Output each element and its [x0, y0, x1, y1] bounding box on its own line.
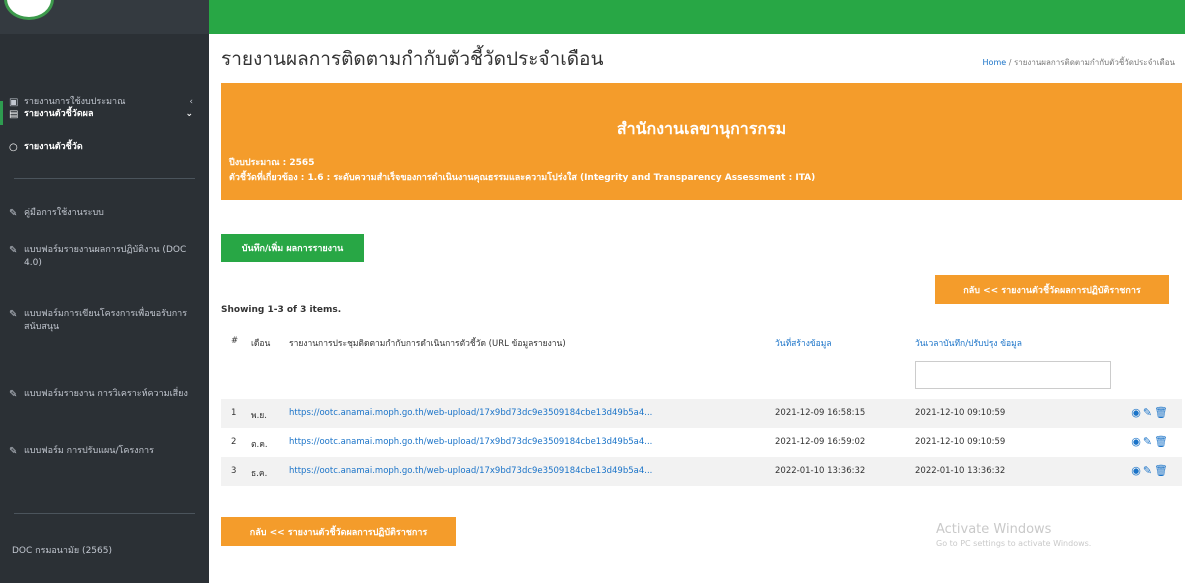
row-updated: 2022-01-10 13:36:32: [915, 466, 1006, 476]
chevron-down-icon: ⌄: [185, 109, 193, 119]
sidebar-item-kpi[interactable]: ○ รายงานตัวชี้วัด: [0, 141, 209, 154]
edit-icon[interactable]: ✎: [1143, 464, 1154, 477]
table-row: 2 ต.ค. https://ootc.anamai.moph.go.th/we…: [221, 428, 1182, 457]
row-updated: 2021-12-10 09:10:59: [915, 437, 1006, 447]
row-created: 2021-12-09 16:58:15: [775, 408, 866, 418]
sidebar-item-label: แบบฟอร์มการเขียนโครงการเพื่อขอรับการสนับ…: [24, 309, 188, 332]
watermark-subtitle: Go to PC settings to activate Windows.: [936, 539, 1092, 548]
table-summary: Showing 1-3 of 3 items.: [221, 305, 342, 315]
sidebar-item-form-project[interactable]: ✎ แบบฟอร์มการเขียนโครงการเพื่อขอรับการสน…: [0, 308, 209, 334]
view-icon[interactable]: ◉: [1131, 435, 1143, 448]
column-header-created[interactable]: วันที่สร้างข้อมูล: [775, 336, 832, 350]
row-month: ต.ค.: [251, 440, 268, 450]
row-created: 2022-01-10 13:36:32: [775, 466, 866, 476]
breadcrumb: Home / รายงานผลการติดตามกำกับตัวชี้วัดปร…: [983, 56, 1175, 69]
banner-kpi: ตัวชี้วัดที่เกี่ยวข้อง : 1.6 : ระดับความ…: [229, 173, 816, 183]
sidebar-item-label: รายงานการใช้งบประมาณ: [24, 97, 126, 107]
sidebar-item-label: DOC กรมอนามัย (2565): [12, 546, 112, 556]
pin-icon: ✎: [9, 309, 18, 320]
sidebar-item-label: รายงานตัวชี้วัดผล: [24, 109, 94, 119]
sidebar-item-label: รายงานตัวชี้วัด: [24, 142, 83, 152]
view-icon[interactable]: ◉: [1131, 464, 1143, 477]
main-content: รายงานผลการติดตามกำกับตัวชี้วัดประจำเดือ…: [209, 0, 1185, 583]
department-banner: สำนักงานเลขานุการกรม ปีงบประมาณ : 2565 ต…: [221, 83, 1182, 200]
table-row: 1 พ.ย. https://ootc.anamai.moph.go.th/we…: [221, 399, 1182, 428]
pin-icon: ✎: [9, 389, 18, 400]
sidebar-item-label: แบบฟอร์มรายงาน การวิเคราะห์ความเสี่ยง: [24, 389, 188, 399]
sidebar-item-form-plan[interactable]: ✎ แบบฟอร์ม การปรับแผน/โครงการ: [0, 445, 209, 458]
logo: [4, 0, 54, 20]
sidebar-item-manual[interactable]: ✎ คู่มือการใช้งานระบบ: [0, 207, 209, 220]
document-icon: ▤: [9, 109, 19, 120]
edit-icon[interactable]: ✎: [1143, 406, 1154, 419]
row-url-link[interactable]: https://ootc.anamai.moph.go.th/web-uploa…: [289, 437, 754, 447]
add-report-button[interactable]: บันทึก/เพิ่ม ผลการรายงาน: [221, 234, 364, 262]
activate-windows-watermark: Activate Windows Go to PC settings to ac…: [936, 522, 1091, 548]
sidebar-divider: [14, 178, 195, 179]
back-button-top[interactable]: กลับ << รายงานตัวชี้วัดผลการปฏิบัติราชกา…: [935, 275, 1169, 304]
pin-icon: ✎: [9, 208, 18, 219]
top-navbar: [209, 0, 1185, 34]
pin-icon: ✎: [9, 245, 18, 256]
updated-filter-input[interactable]: [915, 361, 1111, 389]
row-number: 3: [231, 466, 237, 476]
edit-icon[interactable]: ✎: [1143, 435, 1154, 448]
row-actions: ◉✎🗑: [1131, 435, 1170, 448]
column-header-url: รายงานการประชุมติดตามกำกับการดำเนินการตั…: [289, 339, 566, 349]
back-button-bottom[interactable]: กลับ << รายงานตัวชี้วัดผลการปฏิบัติราชกา…: [221, 517, 456, 546]
banner-year: ปีงบประมาณ : 2565: [229, 158, 315, 168]
row-number: 2: [231, 437, 237, 447]
column-header-month: เดือน: [251, 339, 271, 349]
delete-icon[interactable]: 🗑: [1154, 435, 1170, 448]
banner-title: สำนักงานเลขานุการกรม: [616, 119, 787, 138]
row-month: พ.ย.: [251, 411, 267, 421]
pin-icon: ✎: [9, 446, 18, 457]
row-created: 2021-12-09 16:59:02: [775, 437, 866, 447]
row-month: ธ.ค.: [251, 469, 268, 479]
page-title: รายงานผลการติดตามกำกับตัวชี้วัดประจำเดือ…: [221, 48, 604, 70]
row-actions: ◉✎🗑: [1131, 406, 1170, 419]
watermark-title: Activate Windows: [936, 522, 1052, 537]
sidebar: ▣ รายงานการใช้งบประมาณ ‹ ▤ รายงานตัวชี้ว…: [0, 0, 209, 583]
sidebar-item-label: คู่มือการใช้งานระบบ: [24, 208, 104, 218]
row-url-link[interactable]: https://ootc.anamai.moph.go.th/web-uploa…: [289, 408, 754, 418]
sidebar-item-kpi-report[interactable]: ▤ รายงานตัวชี้วัดผล ⌄: [0, 108, 209, 121]
sidebar-divider: [14, 513, 195, 514]
row-url-link[interactable]: https://ootc.anamai.moph.go.th/web-uploa…: [289, 466, 754, 476]
sidebar-item-form-risk[interactable]: ✎ แบบฟอร์มรายงาน การวิเคราะห์ความเสี่ยง: [0, 388, 209, 401]
sidebar-item-doc[interactable]: DOC กรมอนามัย (2565): [0, 545, 209, 558]
delete-icon[interactable]: 🗑: [1154, 406, 1170, 419]
column-header-updated[interactable]: วันเวลาบันทึก/ปรับปรุง ข้อมูล: [915, 336, 1022, 350]
sidebar-item-label: แบบฟอร์ม การปรับแผน/โครงการ: [24, 446, 154, 456]
breadcrumb-current: รายงานผลการติดตามกำกับตัวชี้วัดประจำเดือ…: [1013, 58, 1175, 67]
row-number: 1: [231, 408, 237, 418]
delete-icon[interactable]: 🗑: [1154, 464, 1170, 477]
sidebar-item-label: แบบฟอร์มรายงานผลการปฏิบัติงาน (DOC 4.0): [24, 245, 187, 268]
circle-icon: ○: [9, 142, 18, 153]
table-row: 3 ธ.ค. https://ootc.anamai.moph.go.th/we…: [221, 457, 1182, 486]
logo-area: [0, 0, 209, 34]
row-updated: 2021-12-10 09:10:59: [915, 408, 1006, 418]
sidebar-item-form-doc[interactable]: ✎ แบบฟอร์มรายงานผลการปฏิบัติงาน (DOC 4.0…: [0, 244, 209, 270]
view-icon[interactable]: ◉: [1131, 406, 1143, 419]
breadcrumb-home[interactable]: Home: [983, 58, 1007, 67]
row-actions: ◉✎🗑: [1131, 464, 1170, 477]
column-header-number: #: [231, 336, 239, 346]
